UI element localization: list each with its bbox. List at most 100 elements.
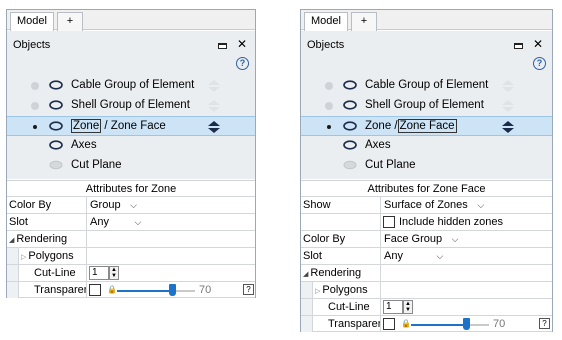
property-row-color-by: Color By Face Group ⌵ [301,230,552,247]
indent [301,299,313,315]
property-label: Show [301,197,381,213]
help-icon[interactable]: ? [533,57,546,70]
zone-label[interactable]: Zone [71,119,102,133]
objects-header: Objects ✕ ? [301,31,552,76]
updown-arrows-icon[interactable] [501,98,515,114]
slot-dropdown[interactable]: Any ⌵ [381,248,445,264]
objects-panel-zone: Model + Objects ✕ ? Cable Group of Eleme… [6,9,256,298]
bullet-icon [31,82,39,90]
objects-panel-zone-face: Model + Objects ✕ ? Cable Group of Eleme… [300,9,553,332]
property-label: Color By [7,197,87,213]
help-icon[interactable]: ? [539,318,550,329]
chevron-down-icon: ⌵ [134,217,142,227]
eye-icon[interactable] [343,160,357,170]
minimize-icon[interactable] [218,43,227,49]
property-label: Cut-Line [313,299,381,315]
close-icon[interactable]: ✕ [533,38,543,50]
expand-triangle-icon[interactable]: ▷ [21,254,26,261]
color-by-dropdown[interactable]: Face Group ⌵ [381,231,460,247]
tab-model[interactable]: Model [304,12,348,31]
list-item-label: Shell Group of Element [365,99,484,111]
include-hidden-label[interactable]: Include hidden zones [396,214,503,230]
minimize-icon[interactable] [514,43,523,49]
include-hidden-checkbox[interactable] [383,216,395,228]
tab-add[interactable]: + [57,12,83,31]
list-item-selected[interactable]: Zone / Zone Face [7,116,255,136]
chevron-down-icon: ⌵ [130,200,137,210]
zone-face-label[interactable]: / Zone Face [104,120,165,132]
spinner-arrows-icon[interactable]: ▲ ▼ [403,300,413,314]
property-row-transparency: Transparency 🔒 70 ? [7,281,255,298]
tab-add[interactable]: + [351,12,377,31]
property-label: Transparency [313,316,381,332]
collapse-triangle-icon[interactable]: ◢ [9,237,14,244]
list-item[interactable]: Cable Group of Element [301,76,552,96]
eye-icon[interactable] [49,121,63,131]
transparency-slider-fill [117,290,172,292]
list-item[interactable]: Cable Group of Element [7,76,255,96]
dropdown-value: Face Group [384,233,443,245]
property-row-polygons[interactable]: ▷ Polygons [7,247,255,264]
transparency-slider-thumb[interactable] [463,318,470,330]
list-item[interactable]: Shell Group of Element [301,96,552,116]
expand-triangle-icon[interactable]: ▷ [315,288,320,295]
property-row-rendering[interactable]: ◢ Rendering [301,264,552,281]
updown-arrows-icon[interactable] [501,78,515,94]
color-by-dropdown[interactable]: Group ⌵ [87,197,139,213]
eye-icon[interactable] [343,121,357,131]
bullet-icon [327,125,331,129]
slot-dropdown[interactable]: Any ⌵ [87,214,143,230]
list-item[interactable]: Cut Plane [301,156,552,176]
polygons-label: Polygons [28,250,74,262]
bullet-icon [31,102,39,110]
transparency-checkbox[interactable] [89,284,101,296]
indent [7,248,19,264]
tab-bar: Model + [301,10,552,31]
eye-icon[interactable] [343,80,357,90]
eye-icon[interactable] [49,100,63,110]
eye-icon[interactable] [49,140,63,150]
collapse-triangle-icon[interactable]: ◢ [303,271,308,278]
eye-icon[interactable] [343,100,357,110]
cut-line-spinner-input[interactable]: 1 [89,266,109,280]
spinner-arrows-icon[interactable]: ▲ ▼ [109,266,119,280]
list-item-selected[interactable]: Zone / Zone Face [301,116,552,136]
close-icon[interactable]: ✕ [237,38,247,50]
list-item-label: Cable Group of Element [365,79,489,91]
list-item[interactable]: Axes [301,136,552,156]
transparency-slider-thumb[interactable] [169,284,176,296]
updown-arrows-icon[interactable] [207,119,221,135]
help-icon[interactable]: ? [236,57,249,70]
property-row-slot: Slot Any ⌵ [7,213,255,230]
updown-arrows-icon[interactable] [207,78,221,94]
property-label: ◢ Rendering [301,265,381,281]
tab-model[interactable]: Model [10,12,54,31]
bullet-icon [325,102,333,110]
list-item[interactable]: Shell Group of Element [7,96,255,116]
eye-icon[interactable] [49,80,63,90]
bullet-icon [325,82,333,90]
property-label: ▷ Polygons [313,282,381,298]
property-grid: Show Surface of Zones ⌵ Include hidden zo… [301,196,552,332]
list-item[interactable]: Cut Plane [7,156,255,176]
list-item[interactable]: Axes [7,136,255,156]
updown-arrows-icon[interactable] [501,119,515,135]
property-row-cut-line: Cut-Line 1 ▲ ▼ [301,298,552,315]
updown-arrows-icon[interactable] [207,98,221,114]
transparency-checkbox[interactable] [383,318,395,330]
eye-icon[interactable] [343,140,357,150]
show-dropdown[interactable]: Surface of Zones ⌵ [381,197,486,213]
zone-label[interactable]: Zone / [365,120,398,132]
help-icon[interactable]: ? [243,284,254,295]
cut-line-spinner-input[interactable]: 1 [383,300,403,314]
property-row-rendering[interactable]: ◢ Rendering [7,230,255,247]
eye-icon[interactable] [49,160,63,170]
rendering-label: Rendering [310,267,362,279]
transparency-value: 70 [493,318,506,330]
property-row-polygons[interactable]: ▷ Polygons [301,281,552,298]
objects-header: Objects ✕ ? [7,31,255,76]
list-item-label: Zone / Zone Face [365,119,457,133]
list-item-label: Cable Group of Element [71,79,195,91]
bullet-icon [33,125,37,129]
zone-face-label[interactable]: Zone Face [397,119,457,133]
